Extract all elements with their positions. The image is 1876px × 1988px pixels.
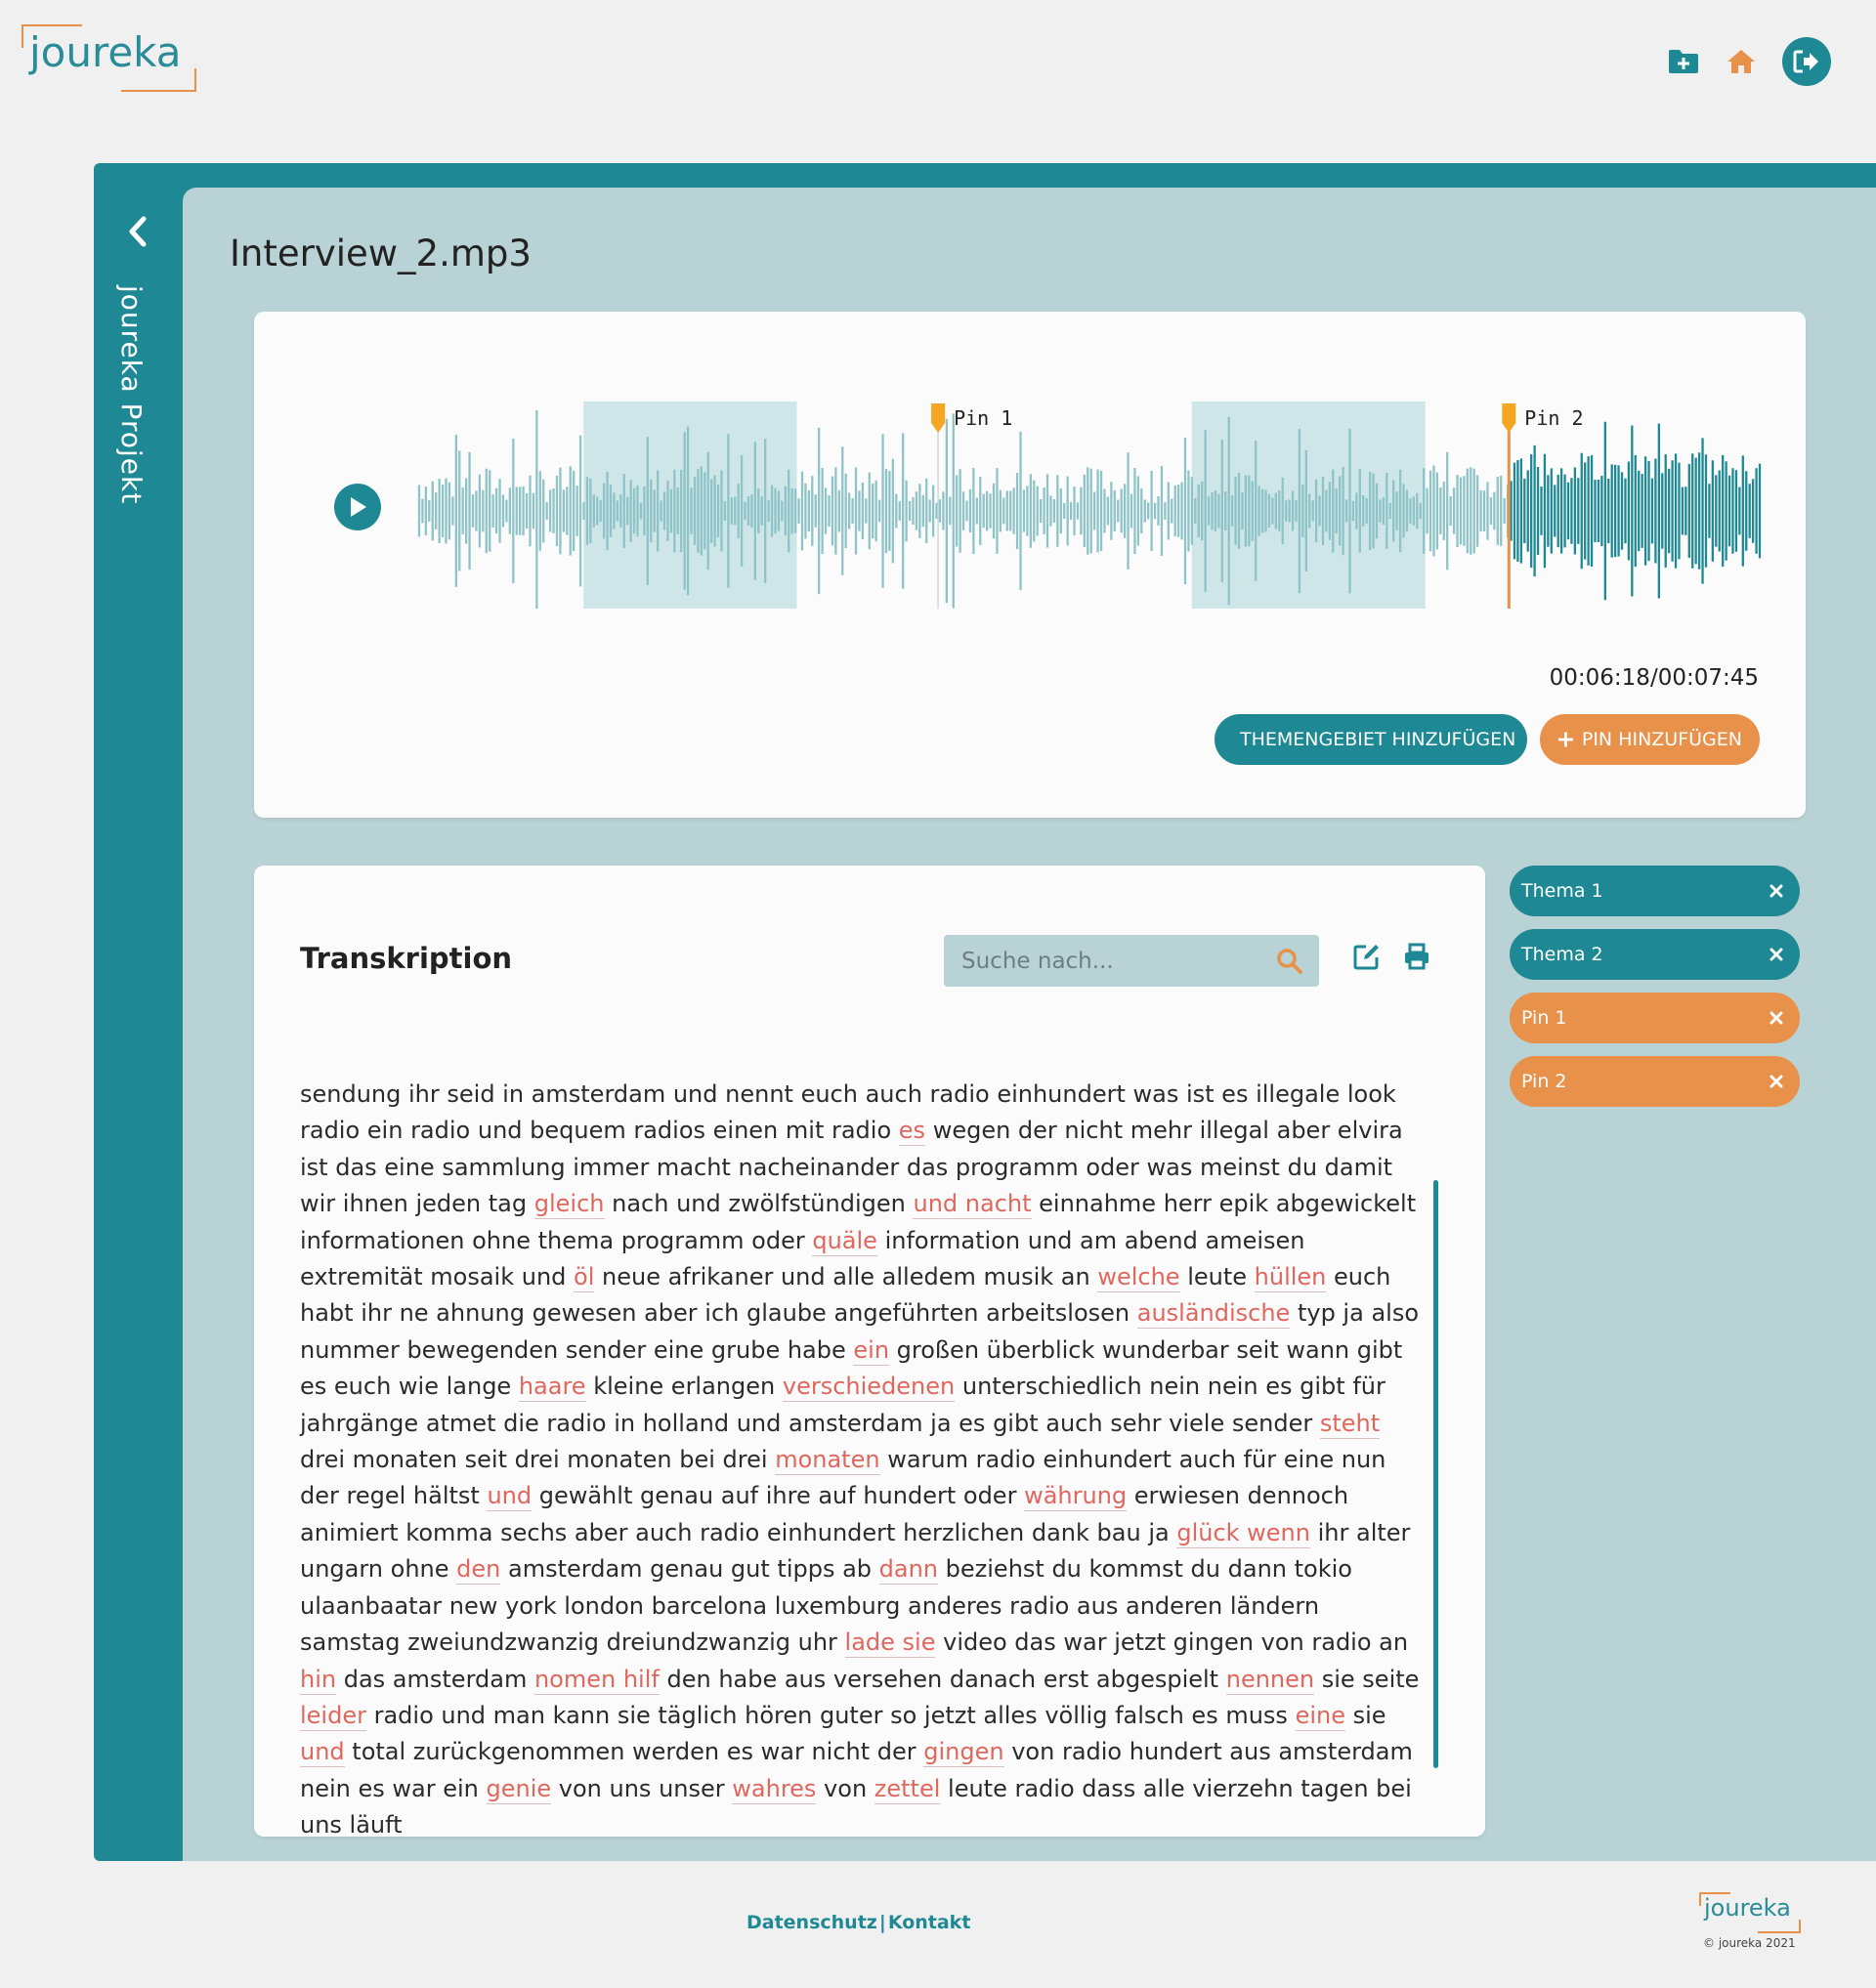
- pin-label: Pin 1: [954, 406, 1012, 430]
- tag-list: Thema 1 Thema 2 Pin 1 Pin 2: [1510, 866, 1800, 1120]
- tag-label: Thema 2: [1521, 944, 1603, 965]
- highlighted-word[interactable]: öl: [574, 1263, 595, 1293]
- add-theme-label: THEMENGEBIET HINZUFÜGEN: [1240, 729, 1516, 750]
- highlighted-word[interactable]: welche: [1097, 1263, 1180, 1293]
- highlighted-word[interactable]: währung: [1024, 1482, 1128, 1512]
- home-icon[interactable]: [1726, 48, 1757, 75]
- sidebar-project-title: joureka Projekt: [115, 285, 148, 505]
- highlighted-word[interactable]: ein: [853, 1335, 890, 1366]
- sign-out-icon[interactable]: [1782, 37, 1831, 86]
- joureka-logo[interactable]: joureka: [21, 21, 197, 92]
- highlighted-word[interactable]: steht: [1319, 1409, 1381, 1439]
- close-icon[interactable]: [1765, 879, 1788, 903]
- transcript-segment: den habe aus versehen danach erst abgesp…: [659, 1665, 1226, 1693]
- search-box: [944, 935, 1319, 987]
- transcript-segment: leute: [1179, 1263, 1255, 1291]
- highlighted-word[interactable]: den: [456, 1555, 501, 1586]
- highlighted-word[interactable]: hin: [300, 1665, 337, 1695]
- plus-icon: [1557, 732, 1573, 747]
- highlighted-word[interactable]: es: [898, 1117, 926, 1147]
- print-icon[interactable]: [1402, 942, 1431, 971]
- pin-marker-icon: [1502, 403, 1516, 433]
- transcript-segment: nach und zwölfstündigen: [604, 1190, 914, 1218]
- search-input[interactable]: [944, 935, 1292, 987]
- highlighted-word[interactable]: und nacht: [913, 1190, 1032, 1220]
- footer-logo-text: joureka: [1704, 1894, 1791, 1922]
- highlighted-word[interactable]: verschiedenen: [782, 1373, 956, 1403]
- tag-label: Pin 2: [1521, 1071, 1567, 1092]
- highlighted-word[interactable]: haare: [518, 1373, 586, 1403]
- transcription-card: Transkription sendung ihr seid in amster…: [254, 866, 1485, 1839]
- transcript-segment: video das war jetzt gingen von radio an: [935, 1628, 1409, 1657]
- play-button[interactable]: [334, 484, 381, 530]
- file-title: Interview_2.mp3: [230, 233, 532, 275]
- highlighted-word[interactable]: wahres: [732, 1774, 817, 1804]
- folder-plus-icon[interactable]: [1667, 48, 1700, 75]
- transcript-segment: drei monaten seit drei monaten bei drei: [300, 1446, 776, 1474]
- tag-thema-1[interactable]: Thema 1: [1510, 866, 1800, 916]
- highlighted-word[interactable]: hüllen: [1254, 1263, 1327, 1293]
- highlighted-word[interactable]: und: [300, 1738, 345, 1768]
- transcript-segment: sie seite: [1314, 1665, 1420, 1693]
- tag-pin-2[interactable]: Pin 2: [1510, 1056, 1800, 1107]
- close-icon[interactable]: [1765, 1070, 1788, 1093]
- highlighted-word[interactable]: nomen hilf: [533, 1665, 660, 1695]
- pin-marker-icon: [931, 403, 946, 433]
- play-icon: [351, 497, 366, 517]
- highlighted-word[interactable]: lade sie: [844, 1628, 936, 1659]
- timecode: 00:06:18/00:07:45: [1549, 665, 1759, 691]
- transcript-segment: kleine erlangen: [585, 1373, 783, 1401]
- highlighted-word[interactable]: nennen: [1225, 1665, 1315, 1695]
- header-actions: [1667, 37, 1831, 86]
- highlighted-word[interactable]: ausländische: [1136, 1299, 1291, 1330]
- transcript-segment: neue afrikaner und alle alledem musik an: [594, 1263, 1098, 1291]
- chevron-left-icon[interactable]: [123, 215, 152, 248]
- highlighted-word[interactable]: leider: [300, 1701, 366, 1731]
- highlighted-word[interactable]: gleich: [533, 1190, 605, 1220]
- highlighted-word[interactable]: gingen: [923, 1738, 1004, 1768]
- tag-label: Thema 1: [1521, 880, 1603, 902]
- edit-icon[interactable]: [1352, 942, 1382, 971]
- transcript-segment: das amsterdam: [336, 1665, 534, 1693]
- datenschutz-link[interactable]: Datenschutz: [746, 1912, 877, 1933]
- footer-links: Datenschutz | Kontakt: [746, 1912, 970, 1933]
- transcript-segment: sie: [1344, 1701, 1386, 1729]
- highlighted-word[interactable]: monaten: [775, 1446, 880, 1476]
- logo-corner-bottom-right: [1758, 1920, 1801, 1933]
- copyright: © joureka 2021: [1703, 1936, 1796, 1950]
- search-icon[interactable]: [1276, 948, 1303, 975]
- transcription-scrollbar[interactable]: [1433, 1180, 1438, 1768]
- transcript-segment: total zurückgenommen werden es war nicht…: [344, 1738, 924, 1766]
- close-icon[interactable]: [1765, 943, 1788, 966]
- transcript-segment: von: [816, 1774, 874, 1802]
- highlighted-word[interactable]: dann: [878, 1555, 939, 1586]
- footer-separator: |: [878, 1912, 886, 1933]
- transcript-segment: gewählt genau auf ihre auf hundert oder: [532, 1482, 1025, 1510]
- tag-pin-1[interactable]: Pin 1: [1510, 993, 1800, 1043]
- highlighted-word[interactable]: glück wenn: [1176, 1518, 1310, 1548]
- kontakt-link[interactable]: Kontakt: [888, 1912, 971, 1933]
- waveform[interactable]: Pin 1Pin 2030601:302:002:303:003:304:004…: [415, 355, 1764, 609]
- highlighted-word[interactable]: zettel: [874, 1774, 941, 1804]
- close-icon[interactable]: [1765, 1006, 1788, 1030]
- add-theme-button[interactable]: THEMENGEBIET HINZUFÜGEN: [1215, 714, 1527, 765]
- pin-label: Pin 2: [1524, 406, 1583, 430]
- transcription-text: sendung ihr seid in amsterdam und nennt …: [300, 1077, 1426, 1844]
- transcript-segment: amsterdam genau gut tipps ab: [500, 1555, 879, 1584]
- highlighted-word[interactable]: genie: [486, 1774, 552, 1804]
- tag-thema-2[interactable]: Thema 2: [1510, 929, 1800, 980]
- add-pin-label: PIN HINZUFÜGEN: [1581, 729, 1742, 750]
- tag-label: Pin 1: [1521, 1007, 1567, 1029]
- logo-text: joureka: [29, 28, 182, 76]
- footer-logo[interactable]: joureka: [1699, 1892, 1803, 1935]
- highlighted-word[interactable]: quäle: [812, 1226, 877, 1256]
- transcription-title: Transkription: [300, 942, 513, 975]
- add-pin-button[interactable]: PIN HINZUFÜGEN: [1540, 714, 1760, 765]
- transcript-segment: von uns unser: [551, 1774, 733, 1802]
- transcript-segment: radio und man kann sie täglich hören gut…: [365, 1701, 1296, 1729]
- highlighted-word[interactable]: und: [487, 1482, 533, 1512]
- highlighted-word[interactable]: eine: [1295, 1701, 1345, 1731]
- audio-player-card: Pin 1Pin 2030601:302:002:303:003:304:004…: [254, 312, 1806, 818]
